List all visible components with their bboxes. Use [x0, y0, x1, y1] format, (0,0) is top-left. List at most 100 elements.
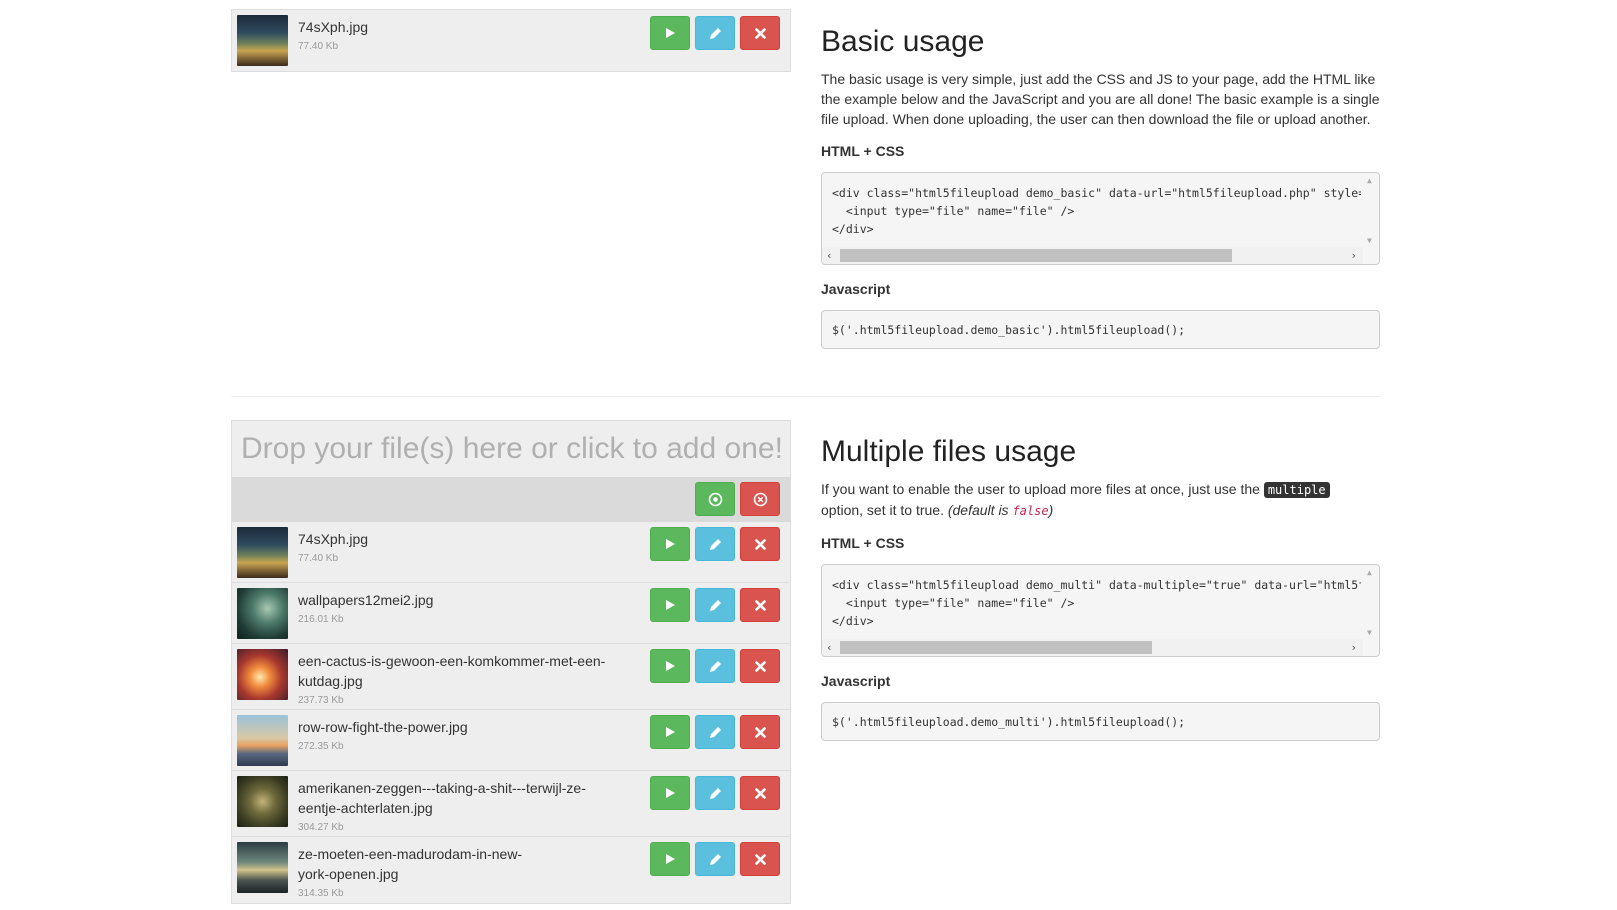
file-size: 77.40 Kb [298, 553, 339, 564]
close-icon [754, 27, 766, 39]
close-icon [754, 538, 766, 550]
html-code-block[interactable]: <div class="html5fileupload demo_multi" … [821, 564, 1380, 657]
scroll-up-icon: ▲ [1367, 176, 1372, 185]
remove-file-button[interactable] [740, 16, 780, 50]
file-size: 304.27 Kb [298, 822, 344, 833]
file-name: 74sXph.jpg [298, 531, 369, 547]
upload-file-button[interactable] [650, 715, 690, 749]
html-css-heading: HTML + CSS [821, 143, 905, 159]
file-thumbnail [237, 649, 288, 700]
circle-play-icon [708, 492, 723, 507]
vertical-scrollbar[interactable]: ▲ ▼ [1363, 173, 1379, 248]
pencil-icon [709, 660, 722, 673]
section-intro: If you want to enable the user to upload… [821, 479, 1380, 521]
edit-file-button[interactable] [695, 649, 735, 683]
close-icon [754, 853, 766, 865]
default-close: ) [1048, 502, 1054, 518]
pencil-icon [709, 599, 722, 612]
file-name: ze-moeten-een-madurodam-in-new-york-open… [298, 846, 523, 882]
file-row: 74sXph.jpg 77.40 Kb [232, 522, 790, 583]
play-icon [664, 27, 676, 39]
pencil-icon [709, 726, 722, 739]
upload-all-button[interactable] [695, 482, 735, 516]
section-title: Basic usage [821, 25, 985, 58]
js-code-block: $('.html5fileupload.demo_multi').html5fi… [821, 702, 1380, 741]
scrollbar-thumb[interactable] [840, 249, 1232, 262]
file-thumbnail [237, 527, 288, 578]
html-code: <div class="html5fileupload demo_basic" … [832, 186, 1361, 236]
horizontal-scrollbar[interactable]: ‹ › [822, 247, 1363, 264]
file-row: ze-moeten-een-madurodam-in-new-york-open… [232, 837, 790, 903]
multiple-files-section: Multiple files usage If you want to enab… [821, 434, 1380, 741]
play-icon [664, 538, 676, 550]
close-icon [754, 599, 766, 611]
remove-file-button[interactable] [740, 842, 780, 876]
scroll-left-icon: ‹ [826, 249, 833, 262]
html-css-heading: HTML + CSS [821, 535, 905, 551]
close-icon [754, 787, 766, 799]
file-row: wallpapers12mei2.jpg 216.01 Kb [232, 583, 790, 644]
scrollbar-thumb[interactable] [840, 641, 1152, 654]
drop-zone[interactable]: Drop your file(s) here or click to add o… [232, 421, 790, 477]
upload-file-button[interactable] [650, 527, 690, 561]
remove-file-button[interactable] [740, 527, 780, 561]
basic-usage-section: Basic usage The basic usage is very simp… [821, 24, 1380, 349]
remove-file-button[interactable] [740, 588, 780, 622]
scroll-down-icon: ▼ [1367, 236, 1372, 245]
file-size: 237.73 Kb [298, 695, 344, 706]
edit-file-button[interactable] [695, 776, 735, 810]
upload-file-button[interactable] [650, 776, 690, 810]
basic-upload-widget: 74sXph.jpg 77.40 Kb [231, 9, 791, 72]
pencil-icon [709, 27, 722, 40]
edit-file-button[interactable] [695, 16, 735, 50]
circle-remove-icon [753, 492, 768, 507]
file-name: row-row-fight-the-power.jpg [298, 719, 468, 735]
remove-file-button[interactable] [740, 649, 780, 683]
file-thumbnail [237, 15, 288, 66]
file-row: amerikanen-zeggen---taking-a-shit---terw… [232, 771, 790, 837]
file-thumbnail [237, 776, 288, 827]
section-title: Multiple files usage [821, 435, 1077, 468]
javascript-heading: Javascript [821, 281, 891, 297]
js-code: $('.html5fileupload.demo_multi').html5fi… [832, 715, 1186, 729]
option-code: multiple [1263, 482, 1330, 498]
file-size: 216.01 Kb [298, 614, 344, 625]
remove-file-button[interactable] [740, 715, 780, 749]
upload-file-button[interactable] [650, 588, 690, 622]
remove-all-button[interactable] [740, 482, 780, 516]
upload-file-button[interactable] [650, 842, 690, 876]
pencil-icon [709, 853, 722, 866]
edit-file-button[interactable] [695, 527, 735, 561]
upload-file-button[interactable] [650, 649, 690, 683]
upload-file-button[interactable] [650, 16, 690, 50]
file-name: 74sXph.jpg [298, 19, 369, 35]
play-icon [664, 787, 676, 799]
intro-text-2: option, set it to true. [821, 502, 948, 518]
close-icon [754, 726, 766, 738]
file-name: wallpapers12mei2.jpg [298, 592, 434, 608]
remove-file-button[interactable] [740, 776, 780, 810]
file-size: 77.40 Kb [298, 41, 339, 52]
scroll-right-icon: › [1350, 249, 1357, 262]
file-name: een-cactus-is-gewoon-een-komkommer-met-e… [298, 653, 606, 689]
html-code-block[interactable]: <div class="html5fileupload demo_basic" … [821, 172, 1380, 265]
file-row: een-cactus-is-gewoon-een-komkommer-met-e… [232, 644, 790, 710]
default-label: (default is [947, 502, 1013, 518]
file-name: amerikanen-zeggen---taking-a-shit---terw… [298, 780, 586, 816]
file-size: 314.35 Kb [298, 888, 344, 899]
play-icon [664, 599, 676, 611]
scroll-up-icon: ▲ [1367, 568, 1372, 577]
intro-text: If you want to enable the user to upload… [821, 481, 1264, 497]
edit-file-button[interactable] [695, 842, 735, 876]
edit-file-button[interactable] [695, 588, 735, 622]
default-value: false [1012, 504, 1049, 518]
javascript-heading: Javascript [821, 673, 891, 689]
file-row: 74sXph.jpg 77.40 Kb [232, 10, 790, 71]
scroll-down-icon: ▼ [1367, 628, 1372, 637]
file-thumbnail [237, 842, 288, 893]
horizontal-scrollbar[interactable]: ‹ › [822, 639, 1363, 656]
file-row: row-row-fight-the-power.jpg 272.35 Kb [232, 710, 790, 771]
vertical-scrollbar[interactable]: ▲ ▼ [1363, 565, 1379, 640]
edit-file-button[interactable] [695, 715, 735, 749]
play-icon [664, 660, 676, 672]
